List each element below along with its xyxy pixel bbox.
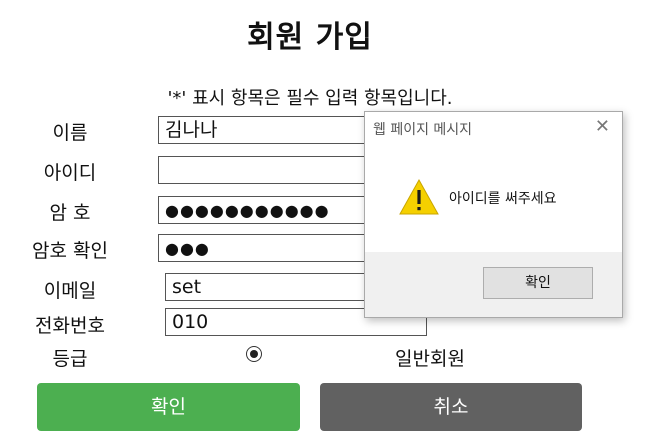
phone-label: 전화번호 <box>35 315 105 337</box>
dialog-title: 웹 페이지 메시지 <box>373 122 473 138</box>
warning-icon <box>399 178 439 215</box>
dialog-footer: 확인 <box>365 252 622 317</box>
signup-page: 회원 가입 '*' 표시 항목은 필수 입력 항목입니다. 이름 김나나 아이디… <box>0 0 664 434</box>
dialog-message: 아이디를 써주세요 <box>449 191 557 207</box>
dialog-ok-button[interactable]: 확인 <box>483 267 593 299</box>
grade-label: 등급 <box>52 348 88 370</box>
cancel-button[interactable]: 취소 <box>320 383 582 431</box>
alert-dialog: 웹 페이지 메시지 ✕ 아이디를 써주세요 확인 <box>364 111 623 318</box>
email-label: 이메일 <box>43 280 97 302</box>
name-label: 이름 <box>52 122 88 144</box>
password-label: 암 호 <box>49 202 91 224</box>
grade-radio-general[interactable] <box>246 346 262 362</box>
confirm-button[interactable]: 확인 <box>37 383 300 431</box>
required-notice: '*' 표시 항목은 필수 입력 항목입니다. <box>167 88 453 109</box>
password-confirm-label: 암호 확인 <box>32 240 108 262</box>
page-title: 회원 가입 <box>247 20 373 55</box>
close-icon[interactable]: ✕ <box>595 117 610 137</box>
id-label: 아이디 <box>43 162 97 184</box>
grade-option-label: 일반회원 <box>395 348 465 370</box>
